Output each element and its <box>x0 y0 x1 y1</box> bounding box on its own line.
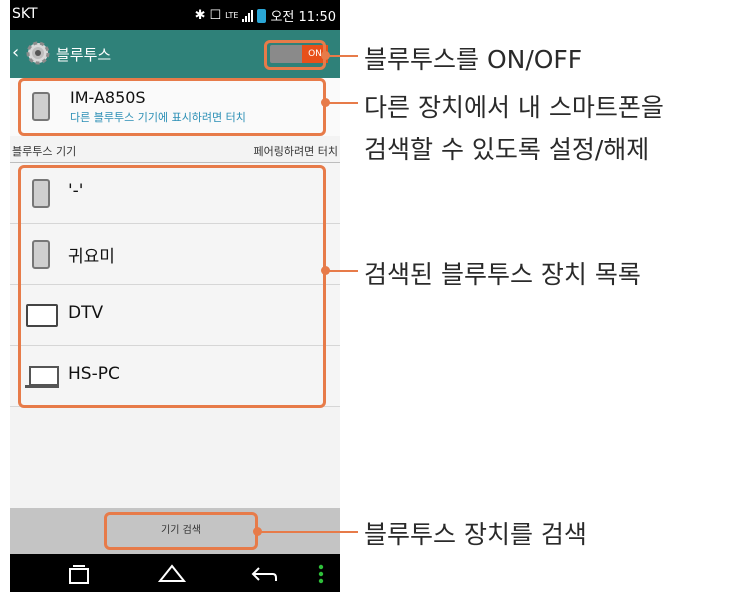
menu-icon[interactable] <box>318 564 324 584</box>
visibility-annotation-line2: 검색할 수 있도록 설정/해제 <box>364 135 650 164</box>
scan-button-highlight <box>104 512 258 550</box>
network-type-label: LTE <box>225 11 239 20</box>
callout-line <box>326 102 358 104</box>
bluetooth-icon: ✱ <box>194 8 206 23</box>
page-title: 블루투스 <box>56 46 112 64</box>
visibility-annotation-line1: 다른 장치에서 내 스마트폰을 <box>364 93 664 122</box>
time-label: 오전 11:50 <box>270 10 336 25</box>
toggle-annotation: 블루투스를 ON/OFF <box>364 45 583 74</box>
section-header: 블루투스 기기 페어링하려면 터치 <box>10 140 340 163</box>
battery-icon <box>257 8 267 23</box>
toggle-highlight <box>264 40 326 70</box>
back-icon[interactable] <box>248 562 278 586</box>
recent-apps-icon[interactable] <box>66 563 92 585</box>
callout-line <box>326 55 358 57</box>
device-list-annotation: 검색된 블루투스 장치 목록 <box>364 260 641 289</box>
section-title: 블루투스 기기 <box>12 145 77 158</box>
own-device-highlight <box>18 78 326 136</box>
navigation-bar <box>10 554 340 592</box>
device-list-highlight <box>18 165 326 408</box>
status-icons: ✱ ☐ LTE 오전 11:50 <box>195 6 336 25</box>
callout-line <box>326 270 358 272</box>
home-icon[interactable] <box>157 562 187 584</box>
signal-icon <box>242 9 254 22</box>
gear-icon[interactable] <box>24 39 52 67</box>
status-bar: SKT ✱ ☐ LTE 오전 11:50 <box>10 0 340 30</box>
back-chevron-icon[interactable]: ‹ <box>12 42 19 63</box>
carrier-label: SKT <box>12 6 38 22</box>
screen-share-icon: ☐ <box>209 8 222 23</box>
section-hint: 페어링하려면 터치 <box>253 145 338 158</box>
callout-line <box>258 531 358 533</box>
scan-annotation: 블루투스 장치를 검색 <box>364 520 587 549</box>
